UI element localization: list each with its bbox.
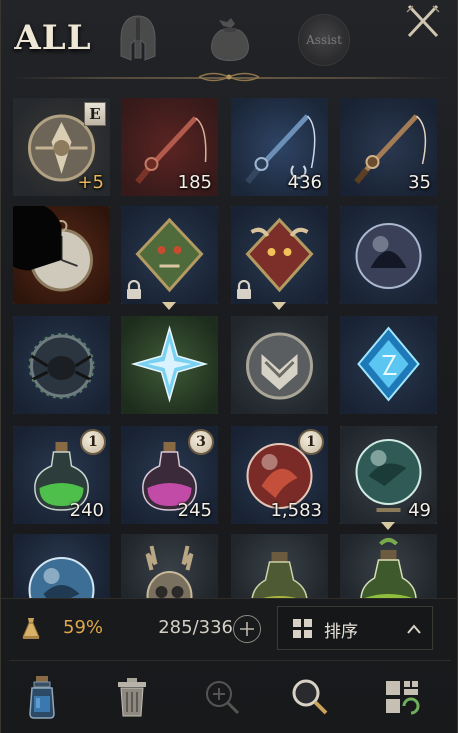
item-slot-monster-emblem-green[interactable] <box>121 206 218 304</box>
item-tier-badge: 1 <box>80 429 106 455</box>
oil-flask-icon <box>251 552 308 598</box>
antler-mask-icon <box>145 545 194 598</box>
weight-percent: 59% <box>63 617 104 638</box>
potion-icon <box>29 676 55 719</box>
toolbar-divider <box>9 660 451 661</box>
close-button[interactable] <box>403 2 443 42</box>
weight-icon <box>22 618 40 639</box>
item-slot-pocket-watch[interactable] <box>13 206 110 304</box>
item-slot-spider-emblem[interactable] <box>13 316 110 414</box>
layout-icon <box>386 681 420 715</box>
item-slot-fishing-rod-red[interactable]: 185 <box>121 98 218 196</box>
spider-emblem-icon <box>28 333 95 399</box>
shadow-orb-icon <box>355 223 422 289</box>
item-slot-shadow-orb[interactable] <box>340 206 437 304</box>
close-x-icon <box>406 4 440 38</box>
discard-button[interactable] <box>109 672 155 722</box>
item-slot-blue-orb[interactable] <box>13 534 110 598</box>
potion-button[interactable] <box>19 672 65 722</box>
pouch-icon <box>211 18 249 61</box>
item-tier-badge: 1 <box>298 429 324 455</box>
item-count: 436 <box>287 172 322 193</box>
lock-icon <box>125 279 143 300</box>
item-slot-oil-flask[interactable] <box>231 534 328 598</box>
trash-icon <box>118 678 146 717</box>
item-slot-star-crystal[interactable] <box>121 316 218 414</box>
item-slot-pink-potion[interactable]: 3 245 <box>121 426 218 524</box>
item-count: 240 <box>69 500 104 521</box>
item-slot-green-potion[interactable]: 1 240 <box>13 426 110 524</box>
ornament-divider <box>198 72 260 82</box>
item-slot-ornate-emblem[interactable]: E +5 <box>13 98 110 196</box>
inventory-toolbar <box>1 662 458 733</box>
inventory-grid: E +5 185 436 35 1 240 3 245 1 1,583 49 <box>1 88 458 598</box>
item-grade-badge: E <box>84 102 106 126</box>
search-icon <box>292 679 328 715</box>
expand-slots-button[interactable] <box>233 615 261 643</box>
item-slot-fishing-rod-wood[interactable]: 35 <box>340 98 437 196</box>
item-count: 185 <box>177 172 212 193</box>
assist-label: Assist <box>306 33 342 47</box>
item-slot-monster-emblem-red[interactable] <box>231 206 328 304</box>
item-slot-antler-mask[interactable] <box>121 534 218 598</box>
item-slot-fishing-rod-blue[interactable]: 436 <box>231 98 328 196</box>
grid-icon <box>293 619 312 638</box>
rune-crystal-icon <box>357 326 420 402</box>
item-slot-herb-flask[interactable] <box>340 534 437 598</box>
helmet-icon <box>120 15 156 61</box>
inventory-info-bar: 59% 285/336 排序 <box>1 598 458 660</box>
layout-button[interactable] <box>379 672 425 722</box>
tab-equipment[interactable] <box>113 12 163 64</box>
search-button[interactable] <box>287 672 333 722</box>
item-count: +5 <box>77 172 104 193</box>
inventory-panel: ALL Assist E +5 185 436 35 1 240 3 245 1… <box>0 0 458 733</box>
sort-label: 排序 <box>324 622 358 642</box>
herb-flask-icon <box>360 538 417 598</box>
item-tier-badge: 3 <box>188 429 214 455</box>
cooldown-overlay <box>13 206 62 271</box>
category-tabs: ALL Assist <box>1 0 458 82</box>
zoom-in-button[interactable] <box>199 672 245 722</box>
equipped-indicator <box>381 522 395 530</box>
star-crystal-icon <box>130 325 209 403</box>
item-slot-dragon-orb[interactable]: 49 <box>340 426 437 524</box>
sort-button[interactable]: 排序 <box>277 606 433 650</box>
wing-shield-icon <box>246 332 313 400</box>
item-count: 49 <box>408 500 431 521</box>
item-count: 245 <box>177 500 212 521</box>
tab-all[interactable]: ALL <box>14 14 90 62</box>
inventory-capacity: 285/336 <box>158 617 233 638</box>
item-slot-wing-shield[interactable] <box>231 316 328 414</box>
tab-assist[interactable]: Assist <box>298 14 350 66</box>
item-count: 35 <box>408 172 431 193</box>
tab-materials[interactable] <box>205 12 255 64</box>
zoom-in-icon <box>206 681 240 715</box>
pocket-watch-icon <box>13 206 93 292</box>
equipped-indicator <box>162 302 176 310</box>
item-count: 1,583 <box>270 500 322 521</box>
item-slot-crimson-orb[interactable]: 1 1,583 <box>231 426 328 524</box>
plus-circle-icon <box>240 622 254 636</box>
equipped-indicator <box>272 302 286 310</box>
chevron-up-icon <box>407 624 421 634</box>
lock-icon <box>235 279 253 300</box>
blue-orb-icon <box>28 557 95 598</box>
item-slot-rune-crystal[interactable] <box>340 316 437 414</box>
